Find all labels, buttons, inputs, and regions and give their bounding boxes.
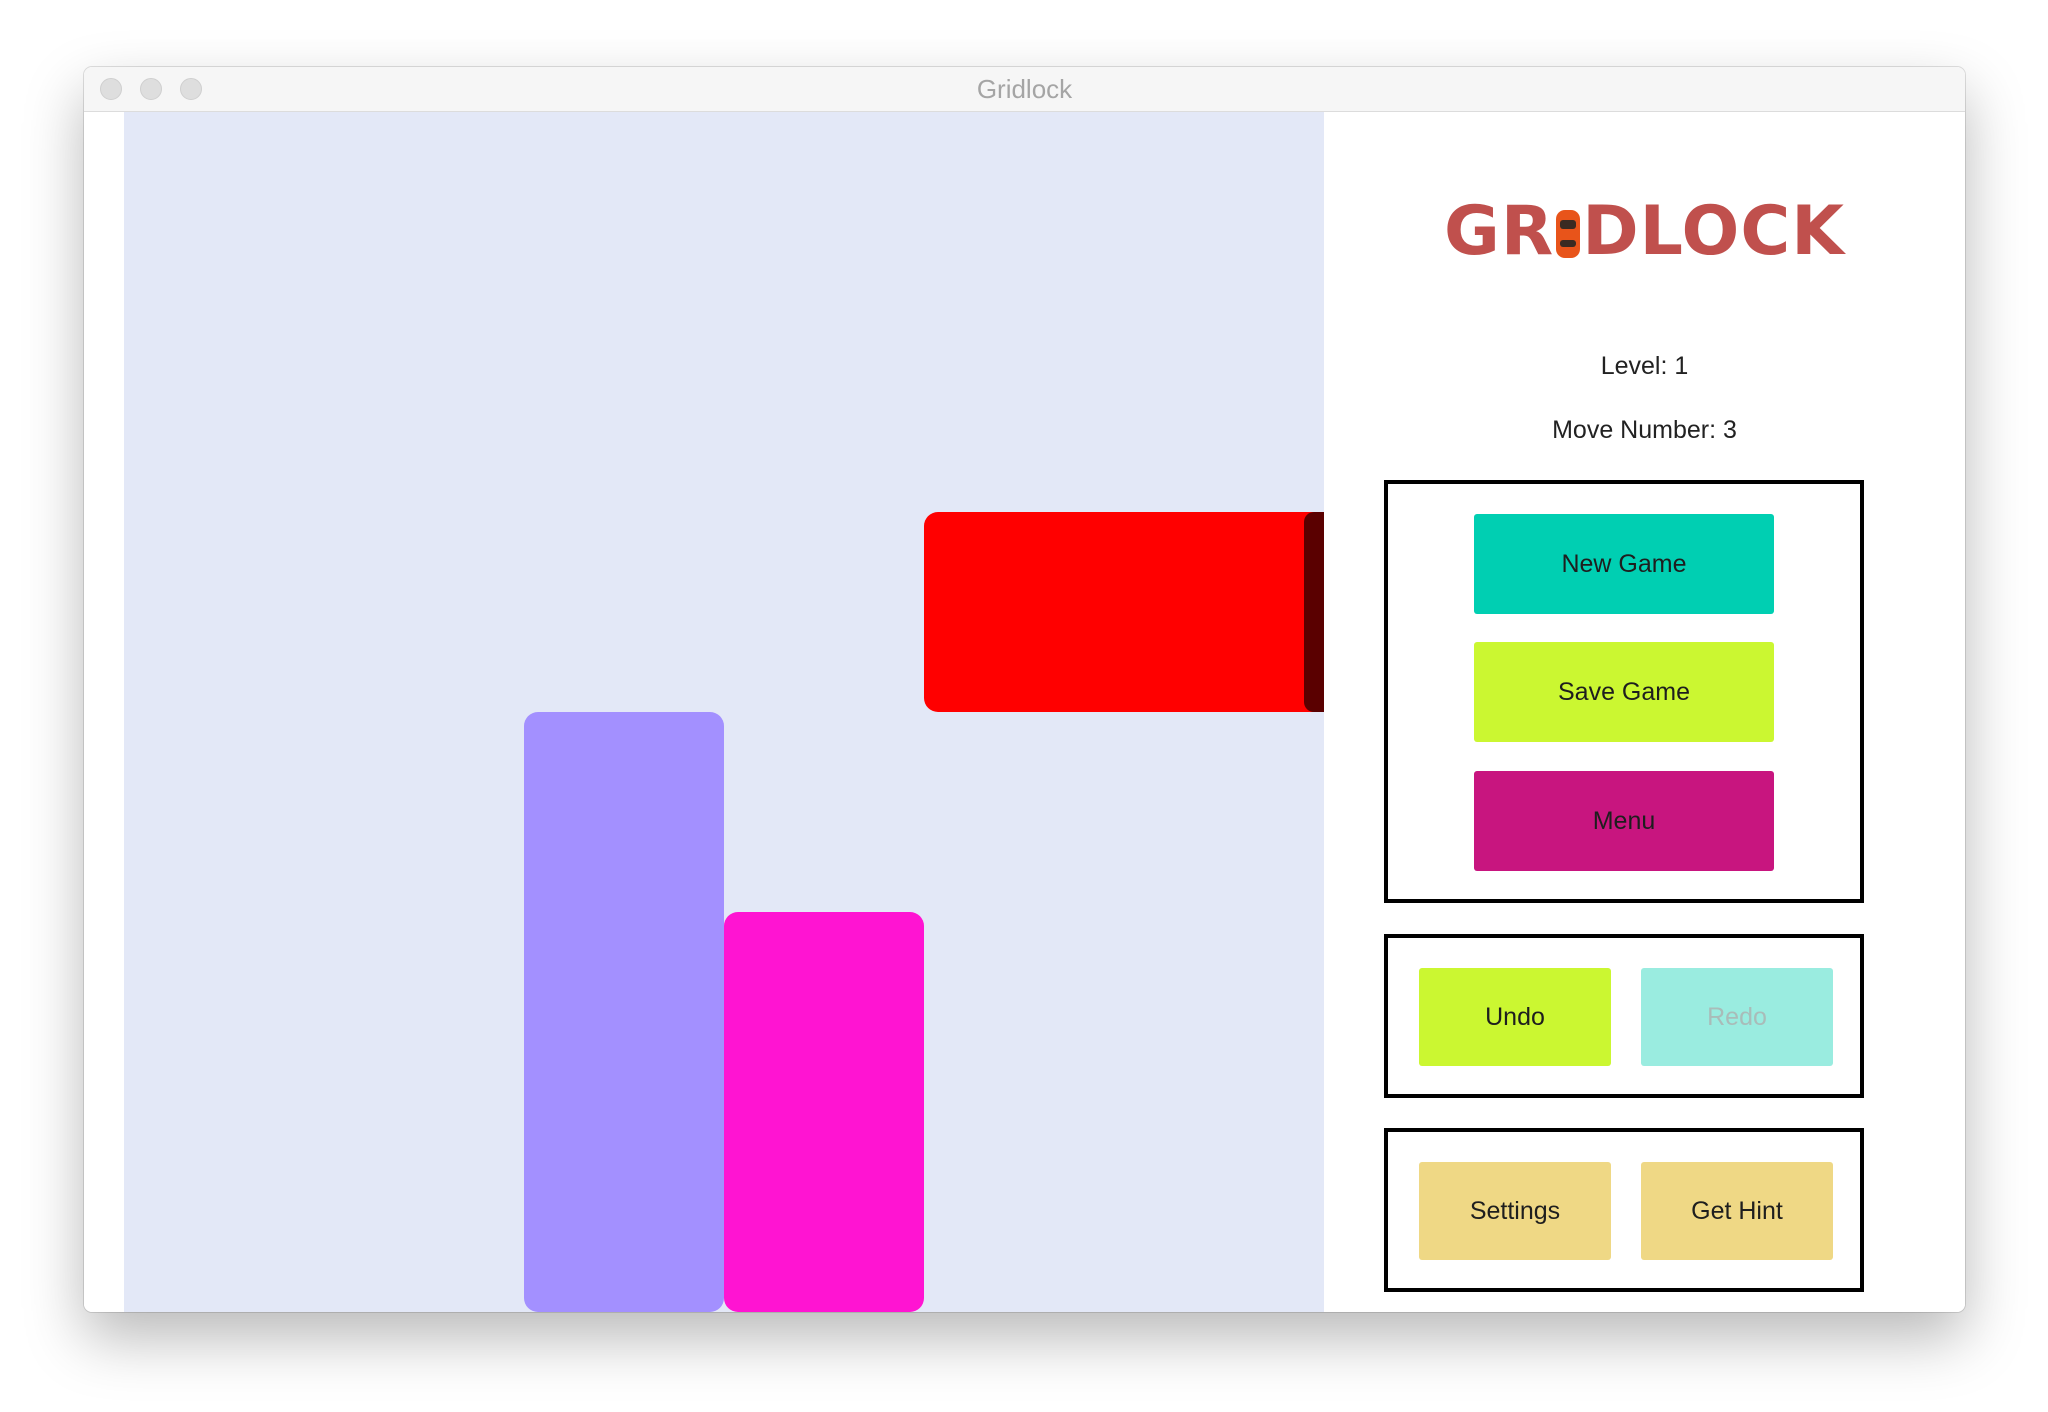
red-car-exit-edge: [1304, 512, 1324, 712]
menu-button[interactable]: Menu: [1474, 771, 1774, 871]
redo-button[interactable]: Redo: [1641, 968, 1833, 1066]
content-area: GR DLOCK Level: 1 Move Number: 3 New Game…: [84, 112, 1965, 1312]
level-indicator: Level: 1: [1600, 352, 1689, 380]
history-panel: Undo Redo: [1384, 934, 1864, 1098]
game-board: [124, 112, 1324, 1312]
game-actions-panel: New Game Save Game Menu: [1384, 480, 1864, 903]
title-bar: Gridlock: [84, 67, 1965, 112]
save-game-button[interactable]: Save Game: [1474, 642, 1774, 742]
red-car[interactable]: [924, 512, 1324, 712]
help-panel: Settings Get Hint: [1384, 1128, 1864, 1292]
get-hint-button[interactable]: Get Hint: [1641, 1162, 1833, 1260]
settings-button[interactable]: Settings: [1419, 1162, 1611, 1260]
logo-text-start: GR: [1444, 192, 1555, 271]
move-number-indicator: Move Number: 3: [1552, 416, 1737, 444]
logo-text-end: DLOCK: [1582, 192, 1845, 271]
undo-button[interactable]: Undo: [1419, 968, 1611, 1066]
window-title: Gridlock: [976, 74, 1073, 104]
sidebar: GR DLOCK Level: 1 Move Number: 3 New Game…: [1324, 112, 1965, 1312]
app-window: Gridlock GR DLOCK Level: 1 Move Number: 3…: [84, 67, 1965, 1312]
gridlock-logo: GR DLOCK: [1324, 192, 1965, 272]
car-icon: [1556, 210, 1581, 258]
purple-car[interactable]: [524, 712, 724, 1312]
magenta-car[interactable]: [724, 912, 924, 1312]
new-game-button[interactable]: New Game: [1474, 514, 1774, 614]
